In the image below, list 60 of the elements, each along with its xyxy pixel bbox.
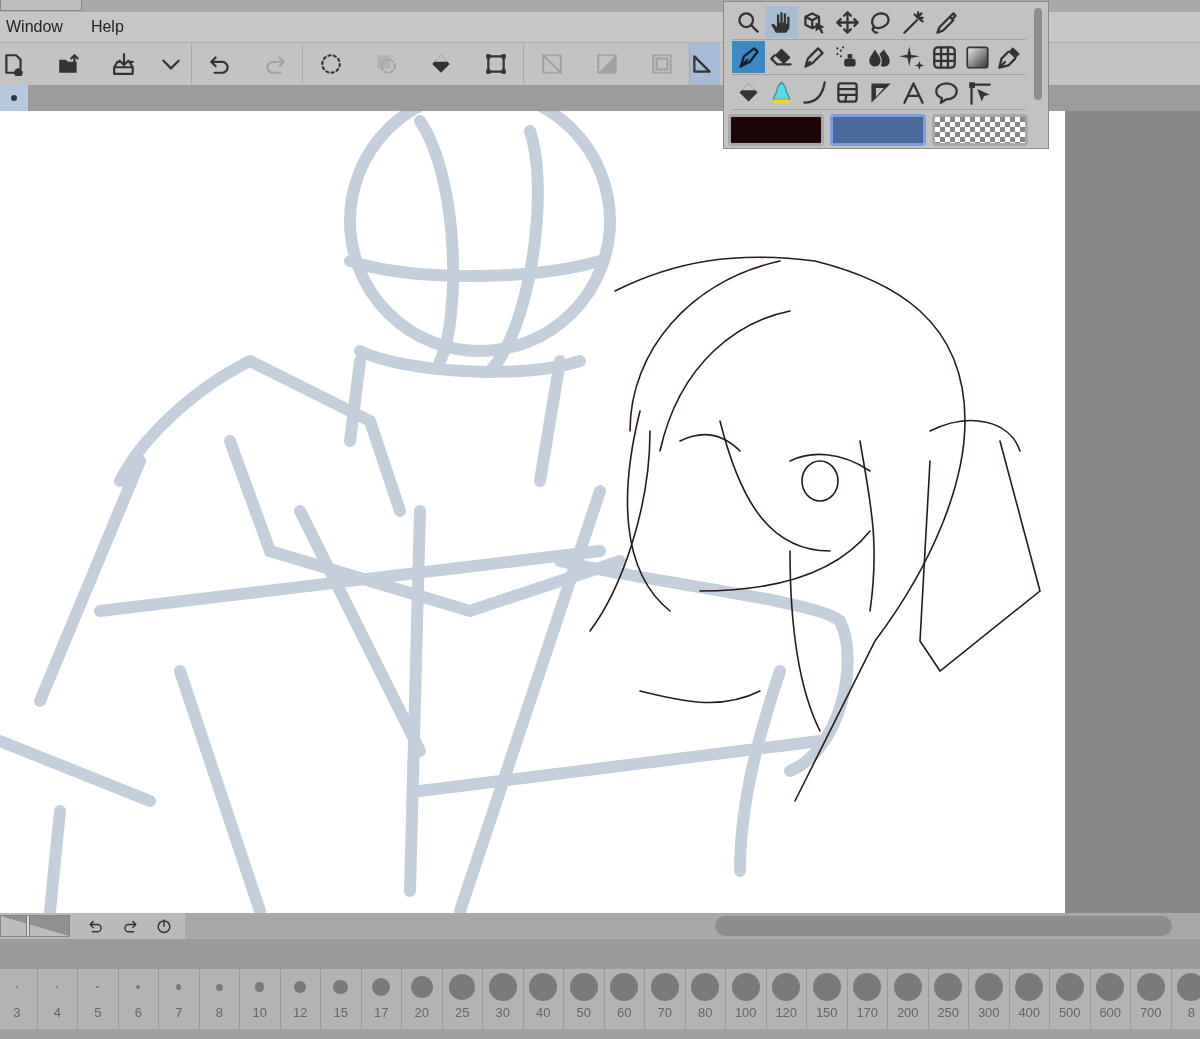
brush-size-item[interactable]: 200 bbox=[887, 969, 928, 1029]
brush-size-item[interactable]: 40 bbox=[522, 969, 563, 1029]
brush-size-item[interactable]: 100 bbox=[725, 969, 766, 1029]
color-swatch[interactable] bbox=[830, 114, 926, 146]
curve-icon bbox=[802, 79, 827, 105]
slider-thumb[interactable] bbox=[25, 916, 30, 936]
cursor-icon bbox=[967, 79, 992, 105]
rotate-left-icon[interactable] bbox=[88, 918, 104, 934]
modified-dot-icon bbox=[11, 95, 17, 101]
color-swatch[interactable] bbox=[932, 114, 1028, 146]
brush-size-item[interactable]: 80 bbox=[684, 969, 725, 1029]
menu-item[interactable]: Window bbox=[4, 16, 65, 38]
reset-rotation-icon[interactable] bbox=[156, 918, 172, 934]
tool-button[interactable] bbox=[732, 41, 765, 73]
grid-icon bbox=[931, 44, 957, 70]
lasso-icon bbox=[868, 9, 893, 35]
brush-size-item[interactable]: 30 bbox=[482, 969, 523, 1029]
brush-size-item[interactable]: 60 bbox=[603, 969, 644, 1029]
menu-item[interactable]: Help bbox=[88, 16, 126, 38]
move-icon bbox=[835, 9, 860, 35]
folder-icon bbox=[56, 52, 81, 76]
tool-button[interactable] bbox=[765, 6, 798, 38]
brush-size-item[interactable]: 170 bbox=[846, 969, 887, 1029]
dashed-square-icon bbox=[649, 52, 674, 76]
search-icon bbox=[736, 9, 761, 35]
scrollbar-thumb[interactable] bbox=[715, 916, 1172, 936]
speech-balloon-icon bbox=[934, 79, 959, 105]
document-tab[interactable] bbox=[0, 85, 28, 111]
zoom-slider[interactable] bbox=[0, 915, 70, 937]
brush-size-item[interactable]: 600 bbox=[1089, 969, 1130, 1029]
brush-size-item[interactable]: 300 bbox=[968, 969, 1009, 1029]
transform-icon bbox=[483, 52, 508, 76]
brush-size-item[interactable]: 25 bbox=[441, 969, 482, 1029]
text-icon bbox=[901, 79, 926, 105]
pencil-icon bbox=[801, 44, 827, 70]
rotate-right-icon[interactable] bbox=[122, 918, 138, 934]
brush-size-item[interactable]: 50 bbox=[563, 969, 604, 1029]
toolbar-button[interactable] bbox=[690, 43, 720, 85]
brush-size-item[interactable]: 120 bbox=[765, 969, 806, 1029]
brush-size-item[interactable]: 70 bbox=[644, 969, 685, 1029]
eyedropper-icon bbox=[934, 9, 959, 35]
brush-size-item[interactable]: 8 bbox=[1170, 969, 1200, 1029]
color-swatch[interactable] bbox=[728, 114, 824, 146]
brush-size-item[interactable]: 250 bbox=[927, 969, 968, 1029]
brush-size-item[interactable]: 500 bbox=[1049, 969, 1090, 1029]
magic-wand-icon bbox=[901, 9, 926, 35]
gradient-icon bbox=[964, 44, 990, 70]
brush-size-item[interactable]: 20 bbox=[401, 969, 442, 1029]
cube-cursor-icon bbox=[802, 9, 827, 35]
brush-size-item[interactable]: 150 bbox=[806, 969, 847, 1029]
tray-icon bbox=[111, 52, 136, 76]
brush-size-item[interactable]: 700 bbox=[1130, 969, 1171, 1029]
scrollbar-thumb[interactable] bbox=[1034, 8, 1042, 100]
airbrush-icon bbox=[833, 44, 859, 70]
brush-size-item[interactable]: 400 bbox=[1008, 969, 1049, 1029]
dashed-circle-icon bbox=[318, 52, 343, 76]
dashed-square-icon bbox=[539, 52, 564, 76]
ruler-icon bbox=[690, 52, 714, 76]
panel-icon bbox=[835, 79, 860, 105]
dashed-square-icon bbox=[594, 52, 619, 76]
